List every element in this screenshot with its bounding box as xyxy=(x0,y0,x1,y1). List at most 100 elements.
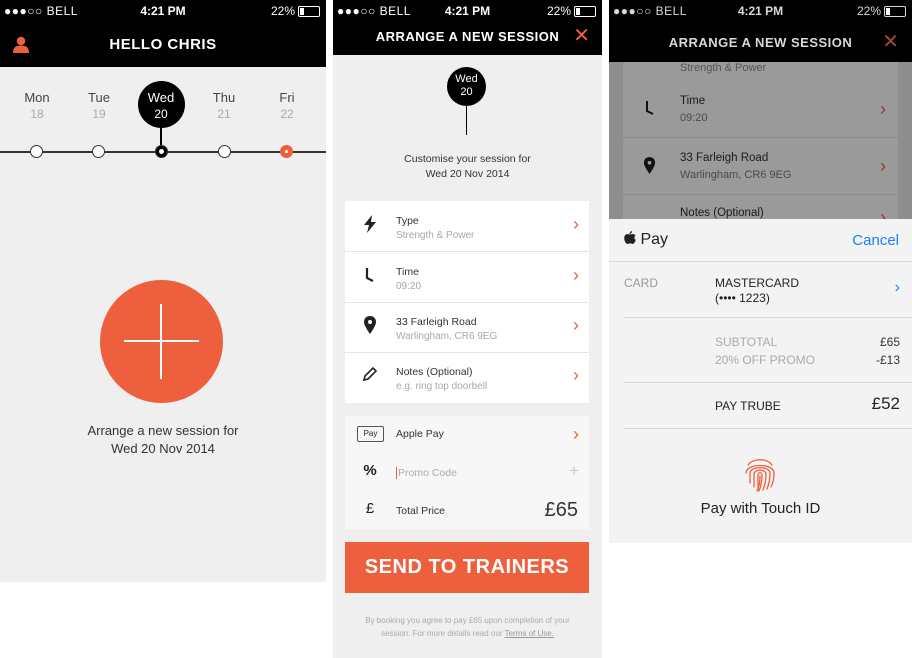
battery-icon xyxy=(298,6,320,18)
timeline-dot-mon[interactable] xyxy=(30,145,43,158)
day-label: Tue xyxy=(88,90,110,105)
arrange-prompt: Arrange a new session for Wed 20 Nov 201… xyxy=(0,422,326,458)
date-thu[interactable]: Thu 21 xyxy=(194,90,254,121)
apple-pay-screen: Strength & Power Time 09:20 › 33 Farleig… xyxy=(609,0,912,543)
divider xyxy=(609,261,912,262)
date-pin: Wed 20 xyxy=(447,67,486,106)
battery-percent: 22% xyxy=(856,4,881,18)
date-wed[interactable]: Wed 20 xyxy=(131,90,191,121)
divider xyxy=(624,382,912,383)
promo-code-input[interactable]: Promo Code xyxy=(396,467,457,479)
day-label: Thu xyxy=(212,90,236,105)
row-label: Notes (Optional) xyxy=(680,207,764,219)
home-screen: ●●●○○ BELL 4:21 PM 22% HELLO CHRIS Mon 1… xyxy=(0,0,326,582)
bolt-icon xyxy=(361,215,379,233)
day-number: 20 xyxy=(154,107,168,121)
pound-icon: £ xyxy=(365,500,375,517)
row-value: Strength & Power xyxy=(396,230,475,241)
total-row: £ Total Price £65 xyxy=(345,492,589,529)
pay-value: £52 xyxy=(871,394,900,413)
pencil-icon xyxy=(361,366,379,384)
date-fri[interactable]: Fri 22 xyxy=(257,90,317,121)
terms-link[interactable]: Terms of Use. xyxy=(505,629,554,638)
battery: 22% xyxy=(547,4,596,18)
day-number: 19 xyxy=(92,107,106,121)
close-icon[interactable]: ✕ xyxy=(573,26,590,46)
page-title: ARRANGE A NEW SESSION xyxy=(668,35,853,50)
time-row: Time 09:20 › xyxy=(623,81,898,138)
top-bar: ●●●○○ BELL 4:21 PM 22% ARRANGE A NEW SES… xyxy=(609,0,912,62)
top-bar: ●●●○○ BELL 4:21 PM 22% ARRANGE A NEW SES… xyxy=(333,0,602,55)
arrange-line-2: Wed 20 Nov 2014 xyxy=(111,441,215,456)
add-promo-icon[interactable]: + xyxy=(569,462,579,480)
chevron-right-icon: › xyxy=(573,265,579,285)
customise-text: Customise your session for Wed 20 Nov 20… xyxy=(333,152,602,182)
divider xyxy=(624,428,912,429)
card-number: (•••• 1223) xyxy=(715,291,770,305)
timeline-dot-thu[interactable] xyxy=(218,145,231,158)
battery: 22% xyxy=(271,4,320,18)
time-row[interactable]: Time 09:20 › xyxy=(345,252,589,303)
row-value: e.g. ring top doorbell xyxy=(396,381,488,392)
chevron-right-icon: › xyxy=(894,279,900,296)
page-title: ARRANGE A NEW SESSION xyxy=(375,29,560,44)
payment-card: Pay Apple Pay › % Promo Code + £ Total P… xyxy=(345,416,589,529)
status-bar: ●●●○○ BELL 4:21 PM 22% xyxy=(609,0,912,22)
promo-row[interactable]: % Promo Code + xyxy=(345,454,589,491)
pay-label: PAY TRUBE xyxy=(715,399,781,413)
arrange-session-screen: ●●●○○ BELL 4:21 PM 22% ARRANGE A NEW SES… xyxy=(333,0,602,658)
chevron-right-icon: › xyxy=(880,99,886,119)
divider xyxy=(624,317,912,318)
card-label: CARD xyxy=(624,276,659,290)
details-card: Type Strength & Power › Time 09:20 › 33 … xyxy=(345,201,589,403)
chevron-right-icon: › xyxy=(880,156,886,176)
row-label: 33 Farleigh Road xyxy=(396,316,477,328)
status-bar: ●●●○○ BELL 4:21 PM 22% xyxy=(0,0,326,22)
cancel-button[interactable]: Cancel xyxy=(852,232,899,249)
row-value: 09:20 xyxy=(396,281,422,292)
date-mon[interactable]: Mon 18 xyxy=(7,90,67,121)
timeline-dot-wed[interactable] xyxy=(155,145,168,158)
promo-value: -£13 xyxy=(875,353,900,367)
pin-day: Wed xyxy=(455,73,478,85)
page-title: HELLO CHRIS xyxy=(109,36,217,53)
dimmed-details-card: Strength & Power Time 09:20 › 33 Farleig… xyxy=(623,62,898,227)
subtotal-value: £65 xyxy=(879,335,900,349)
fingerprint-icon[interactable] xyxy=(740,453,780,493)
day-label: Fri xyxy=(279,90,295,105)
status-bar: ●●●○○ BELL 4:21 PM 22% xyxy=(333,0,602,22)
row-label: Notes (Optional) xyxy=(396,366,473,378)
apple-pay-sheet: Pay Cancel CARD MASTERCARD (•••• 1223) ›… xyxy=(609,219,912,543)
card-name: MASTERCARD (•••• 1223) xyxy=(715,276,799,306)
type-row[interactable]: Type Strength & Power › xyxy=(345,201,589,252)
timeline-dot-fri[interactable] xyxy=(280,145,293,158)
apple-pay-logo: Pay xyxy=(624,231,668,249)
close-icon: ✕ xyxy=(882,31,899,53)
top-bar: ●●●○○ BELL 4:21 PM 22% HELLO CHRIS xyxy=(0,0,326,67)
plus-icon-vertical xyxy=(160,304,162,379)
notes-row[interactable]: Notes (Optional) e.g. ring top doorbell … xyxy=(345,352,589,402)
battery-icon xyxy=(884,6,906,18)
row-label: Type xyxy=(396,215,419,227)
customise-line-2: Wed 20 Nov 2014 xyxy=(425,168,510,180)
add-session-button[interactable] xyxy=(100,280,223,403)
promo-label: 20% OFF PROMO xyxy=(715,353,816,367)
payment-method-label: Apple Pay xyxy=(396,428,444,440)
pin-number: 20 xyxy=(460,86,473,98)
apple-logo-icon xyxy=(624,231,636,244)
timeline-dot-tue[interactable] xyxy=(92,145,105,158)
arrange-line-1: Arrange a new session for xyxy=(87,423,239,438)
row-value: Warlingham, CR6 9EG xyxy=(680,169,792,181)
apple-pay-badge-text: Pay xyxy=(363,429,378,438)
date-tue[interactable]: Tue 19 xyxy=(69,90,129,121)
battery: 22% xyxy=(857,4,906,18)
apple-pay-row[interactable]: Pay Apple Pay › xyxy=(345,416,589,453)
clock-icon xyxy=(643,100,657,120)
battery-percent: 22% xyxy=(546,4,571,18)
send-to-trainers-button[interactable]: SEND TO TRAINERS xyxy=(345,542,589,593)
location-pin-icon xyxy=(361,316,379,334)
chevron-right-icon: › xyxy=(573,214,579,234)
row-value: Warlingham, CR6 9EG xyxy=(396,331,498,342)
row-label: 33 Farleigh Road xyxy=(680,152,769,164)
location-row[interactable]: 33 Farleigh Road Warlingham, CR6 9EG › xyxy=(345,302,589,353)
